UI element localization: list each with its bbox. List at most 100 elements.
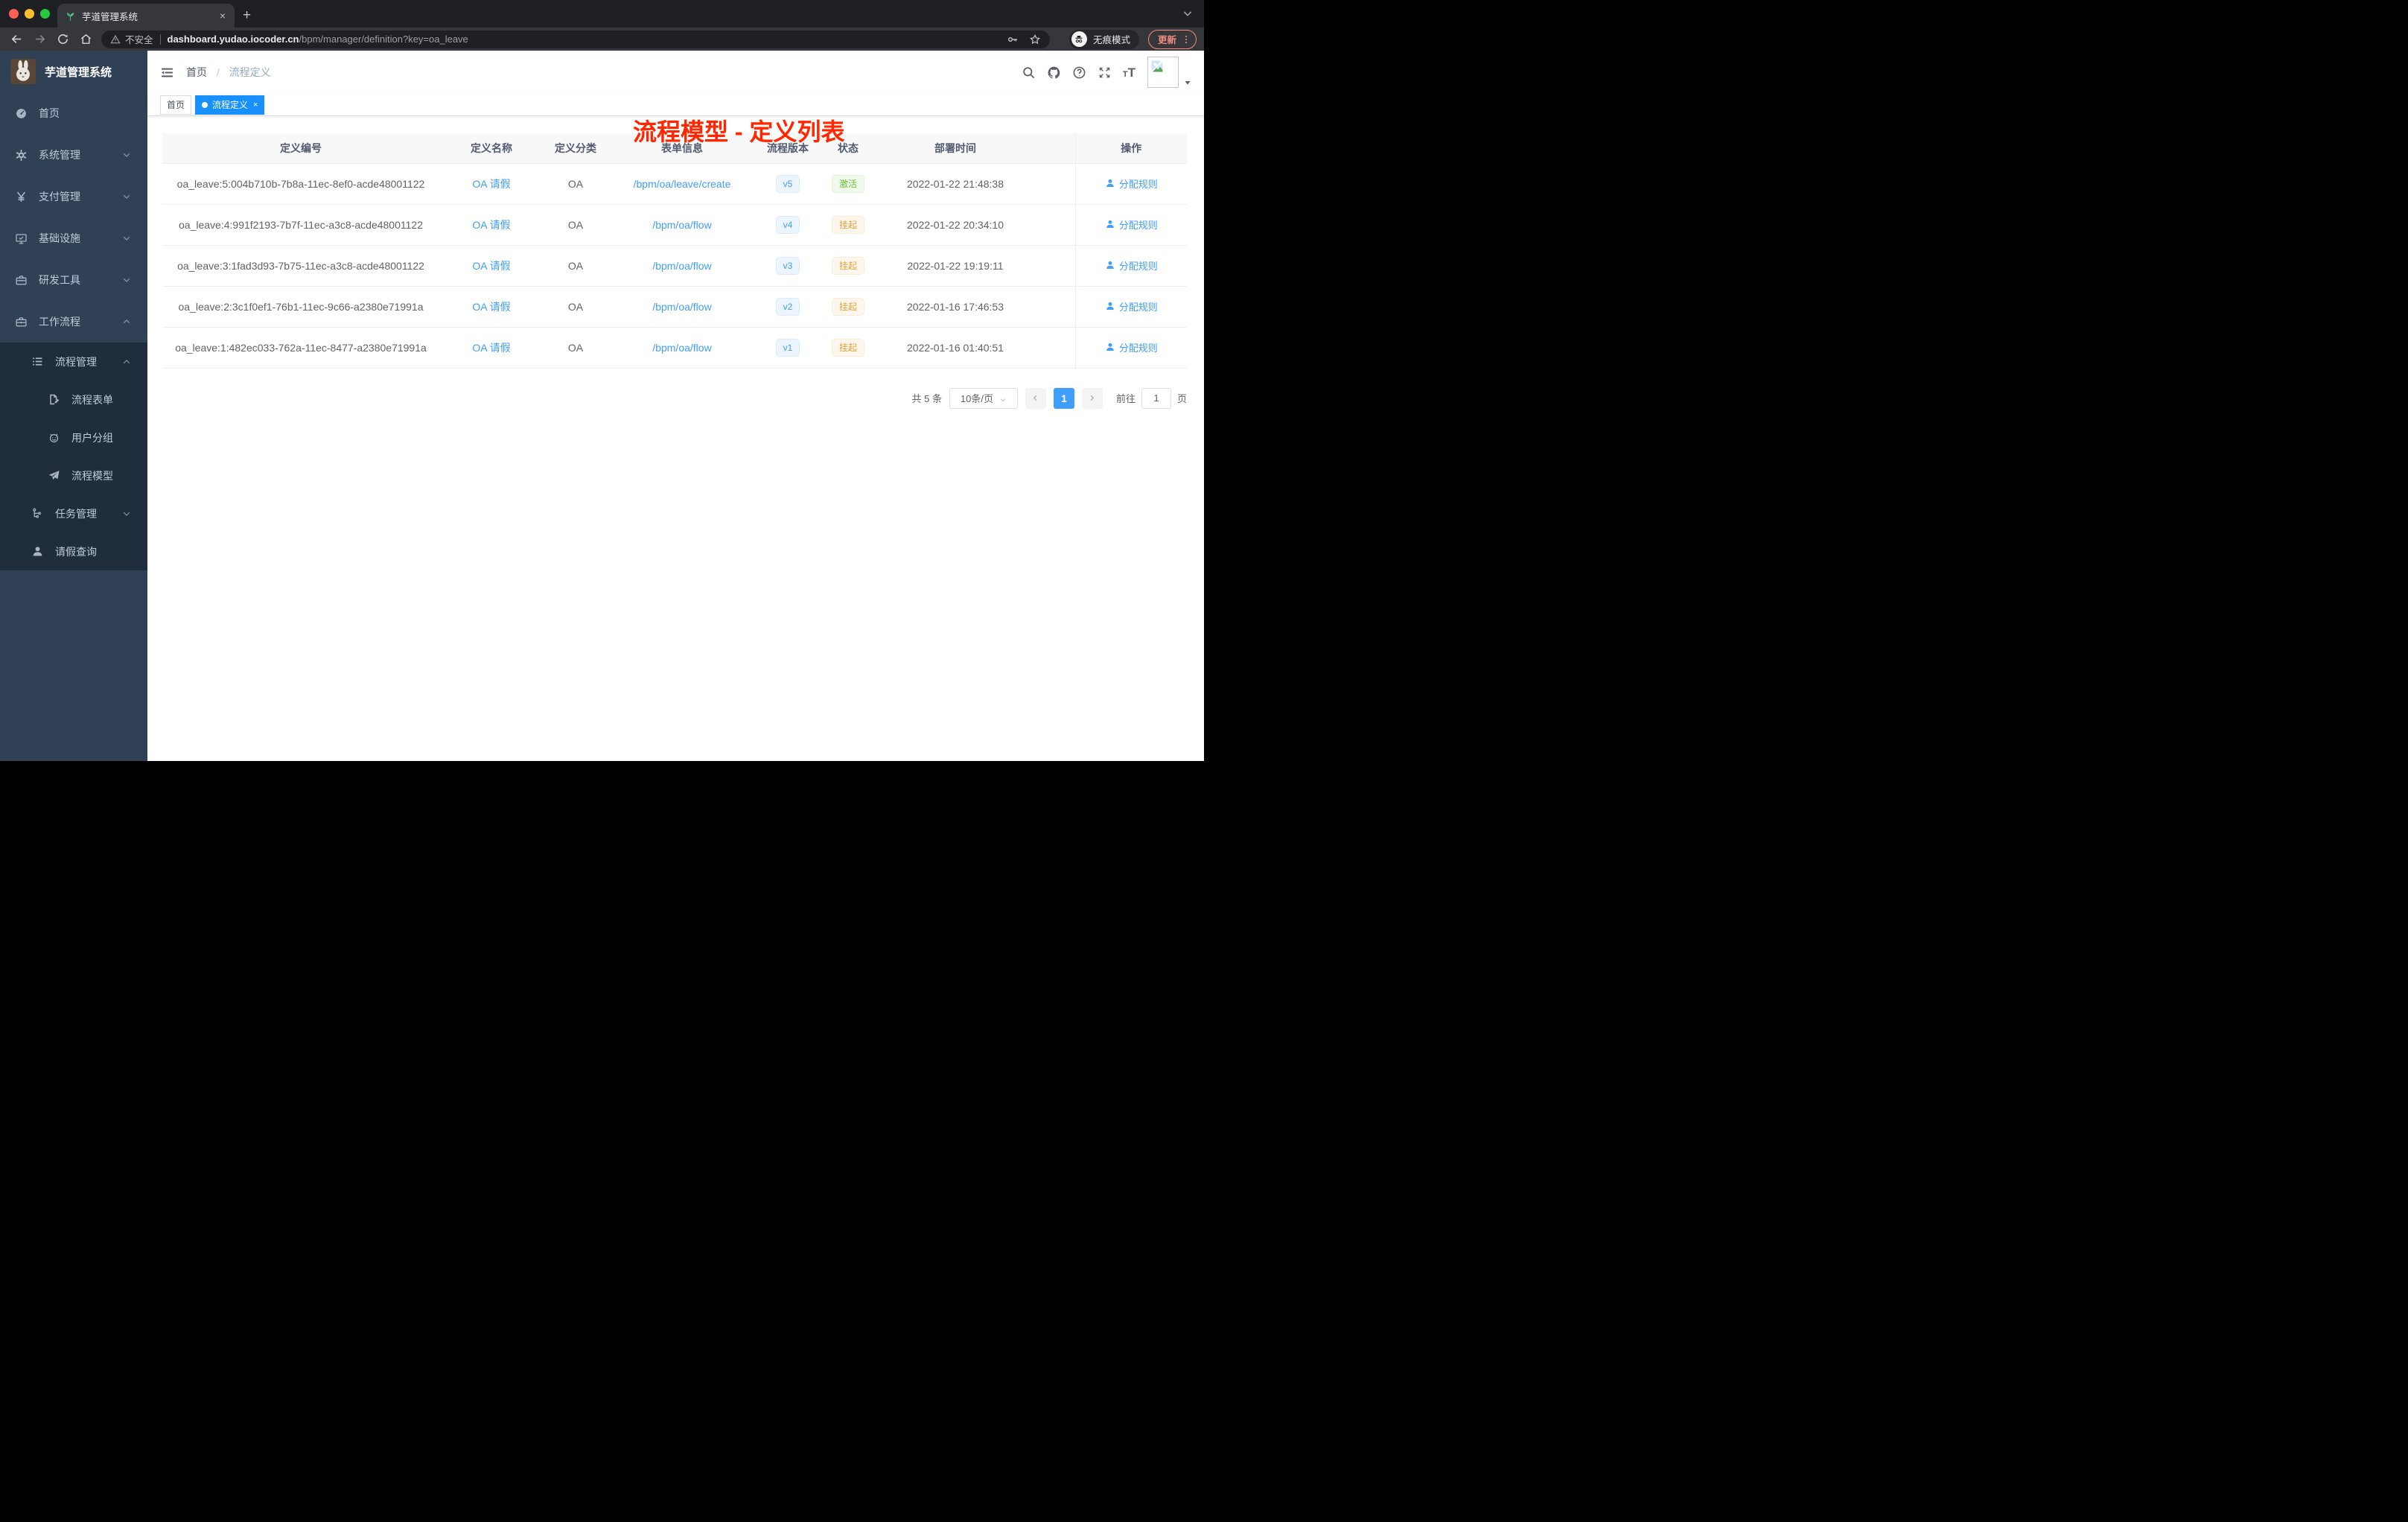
status-badge: 挂起 xyxy=(831,256,864,275)
column-header-2: 定义分类 xyxy=(544,133,608,164)
tab-close-icon[interactable]: × xyxy=(218,10,227,22)
cell-version: v3 xyxy=(757,245,819,287)
definition-name-link[interactable]: OA 请假 xyxy=(472,178,510,190)
bookmark-star-icon[interactable] xyxy=(1029,34,1041,45)
security-warning-label[interactable]: 不安全 xyxy=(125,32,153,46)
search-icon[interactable] xyxy=(1022,66,1036,80)
definition-name-link[interactable]: OA 请假 xyxy=(472,260,510,272)
status-badge: 激活 xyxy=(831,174,864,193)
sidebar-item-label: 支付管理 xyxy=(39,191,80,203)
logo-avatar xyxy=(10,59,36,84)
sidebar-item-process-mgmt[interactable]: 流程管理 xyxy=(0,343,147,380)
new-tab-button[interactable]: + xyxy=(243,6,251,25)
tag-item[interactable]: 首页 xyxy=(160,95,192,115)
goto-page-input[interactable]: 1 xyxy=(1141,387,1171,409)
sidebar-item-workflow[interactable]: 工作流程 xyxy=(0,301,147,343)
assign-rule-button[interactable]: 分配规则 xyxy=(1105,299,1158,313)
cell-actions: 分配规则 xyxy=(1074,245,1187,287)
reload-icon[interactable] xyxy=(57,33,69,45)
font-size-icon[interactable]: TT xyxy=(1123,66,1135,79)
pagination: 共 5 条 10条/页 1 前往 1 页 xyxy=(162,387,1187,409)
form-link[interactable]: /bpm/oa/flow xyxy=(652,342,711,354)
help-icon[interactable] xyxy=(1072,66,1086,80)
cell-spacer xyxy=(1033,327,1075,369)
sidebar-item-infra[interactable]: 基础设施 xyxy=(0,217,147,259)
cell-definition-id: oa_leave:5:004b710b-7b8a-11ec-8ef0-acde4… xyxy=(162,163,439,205)
sidebar-item-label: 流程管理 xyxy=(55,355,97,368)
assign-rule-button[interactable]: 分配规则 xyxy=(1105,217,1158,232)
forward-icon[interactable] xyxy=(34,33,46,45)
sidebar-item-leave-query[interactable]: 请假查询 xyxy=(0,532,147,570)
goto-page: 前往 1 页 xyxy=(1116,387,1187,409)
tag-close-icon[interactable]: × xyxy=(253,101,258,109)
assign-rule-label: 分配规则 xyxy=(1118,260,1158,272)
tab-search-chevron-icon[interactable] xyxy=(1182,7,1194,19)
window-zoom-button[interactable] xyxy=(40,9,50,19)
column-header-spacer xyxy=(1033,133,1075,164)
breadcrumb-home[interactable]: 首页 xyxy=(186,66,207,78)
user-avatar[interactable] xyxy=(1147,57,1179,88)
main-area: 首页 / 流程定义 TT 流程模型 - 定义列表 首页 流程定义 × 定义编号 … xyxy=(147,51,1204,761)
home-icon[interactable] xyxy=(80,33,92,45)
table-row: oa_leave:2:3c1f0ef1-76b1-11ec-9c66-a2380… xyxy=(162,286,1187,328)
sidebar-logo[interactable]: 芋道管理系统 xyxy=(0,51,147,92)
cell-spacer xyxy=(1033,286,1075,328)
definition-name-link[interactable]: OA 请假 xyxy=(472,342,510,354)
assign-rule-label: 分配规则 xyxy=(1118,178,1158,190)
definition-name-link[interactable]: OA 请假 xyxy=(472,301,510,313)
incognito-icon xyxy=(1071,31,1087,47)
cell-definition-name: OA 请假 xyxy=(439,204,544,246)
window-close-button[interactable] xyxy=(9,9,19,19)
page-number-button[interactable]: 1 xyxy=(1053,387,1074,409)
sidebar-item-home[interactable]: 首页 xyxy=(0,92,147,134)
form-link[interactable]: /bpm/oa/flow xyxy=(652,219,711,231)
url-bar[interactable]: 不安全 dashboard.yudao.iocoder.cn/bpm/manag… xyxy=(101,30,1050,48)
fullscreen-icon[interactable] xyxy=(1098,66,1112,80)
assign-rule-button[interactable]: 分配规则 xyxy=(1105,340,1158,354)
password-key-icon[interactable] xyxy=(1007,34,1019,45)
prev-page-button[interactable] xyxy=(1025,387,1046,409)
next-page-button[interactable] xyxy=(1081,387,1103,409)
tab-title: 芋道管理系统 xyxy=(82,11,138,22)
page-size-select[interactable]: 10条/页 xyxy=(949,387,1018,409)
version-badge: v4 xyxy=(775,215,800,234)
assign-rule-button[interactable]: 分配规则 xyxy=(1105,258,1158,273)
browser-tab[interactable]: 芋道管理系统 × xyxy=(57,4,235,28)
tag-active[interactable]: 流程定义 × xyxy=(195,95,265,115)
sidebar-item-payment[interactable]: 支付管理 xyxy=(0,176,147,217)
list-icon xyxy=(31,355,44,368)
cell-definition-name: OA 请假 xyxy=(439,286,544,328)
table-row: oa_leave:3:1fad3d93-7b75-11ec-a3c8-acde4… xyxy=(162,245,1187,287)
cell-version: v1 xyxy=(757,327,819,369)
column-header-6: 部署时间 xyxy=(877,133,1033,164)
form-link[interactable]: /bpm/oa/flow xyxy=(652,260,711,272)
form-link[interactable]: /bpm/oa/flow xyxy=(652,301,711,313)
chevron-down-icon xyxy=(122,192,131,201)
back-icon[interactable] xyxy=(10,33,23,45)
chrome-menu-icon[interactable] xyxy=(1181,34,1191,45)
github-icon[interactable] xyxy=(1047,66,1061,80)
assign-rule-button[interactable]: 分配规则 xyxy=(1105,176,1158,191)
cell-category: OA xyxy=(544,327,608,369)
sidebar-item-dev-tools[interactable]: 研发工具 xyxy=(0,259,147,301)
sidebar-item-process-form[interactable]: 流程表单 xyxy=(0,380,147,418)
sidebar-menu: 首页系统管理支付管理基础设施 研发工具 工作流程流程管理流程表单 用户分组 流程模型 任务… xyxy=(0,92,147,570)
sidebar-item-task-mgmt[interactable]: 任务管理 xyxy=(0,494,147,532)
window-minimize-button[interactable] xyxy=(25,9,34,19)
cell-definition-id: oa_leave:3:1fad3d93-7b75-11ec-a3c8-acde4… xyxy=(162,245,439,287)
avatar-caret-down-icon[interactable] xyxy=(1183,77,1192,86)
cell-deploy-time: 2022-01-22 19:19:11 xyxy=(877,245,1033,287)
cell-version: v2 xyxy=(757,286,819,328)
definition-name-link[interactable]: OA 请假 xyxy=(472,219,510,231)
app-title: 芋道管理系统 xyxy=(45,66,112,79)
sidebar-item-system[interactable]: 系统管理 xyxy=(0,134,147,176)
url-domain: dashboard.yudao.iocoder.cn xyxy=(167,34,299,45)
form-link[interactable]: /bpm/oa/leave/create xyxy=(634,178,731,190)
chrome-update-button[interactable]: 更新 xyxy=(1147,29,1197,49)
sidebar-item-user-group[interactable]: 用户分组 xyxy=(0,418,147,456)
sidebar-item-label: 首页 xyxy=(39,107,60,119)
tree-icon xyxy=(31,507,44,520)
definition-table: 定义编号 定义名称 定义分类 表单信息 流程版本 状态 部署时间 操作 oa_leave:5:0… xyxy=(162,133,1187,369)
sidebar-collapse-icon[interactable] xyxy=(160,66,174,80)
sidebar-item-process-model[interactable]: 流程模型 xyxy=(0,456,147,494)
